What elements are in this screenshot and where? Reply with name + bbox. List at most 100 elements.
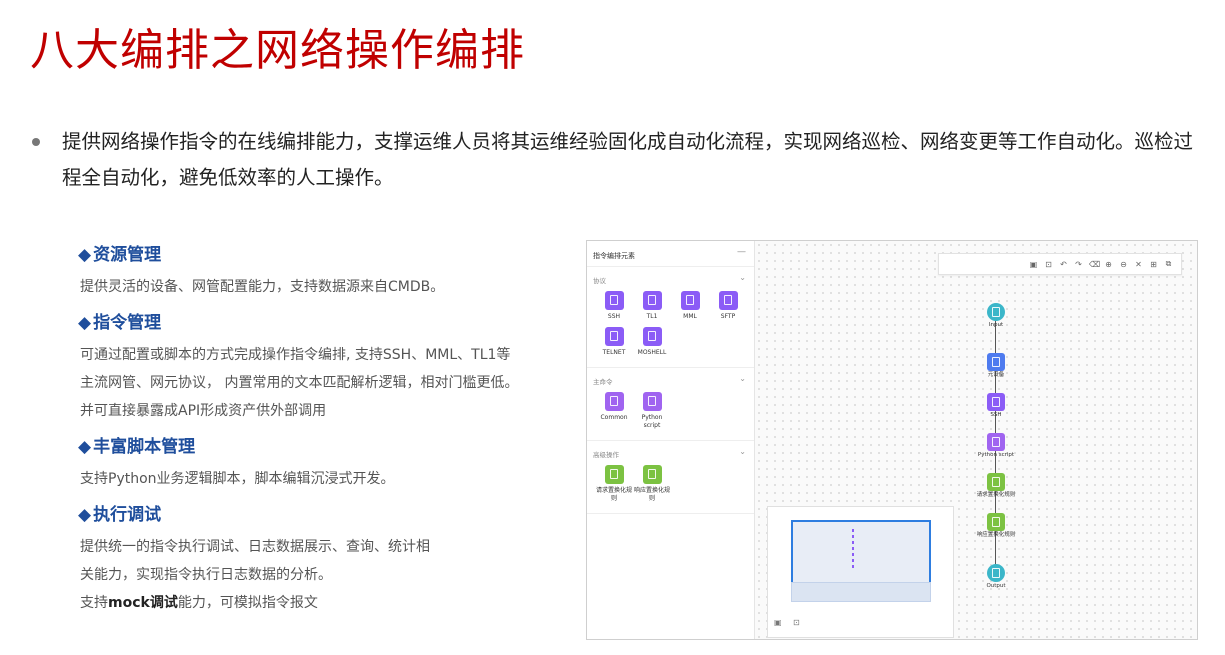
feature-suffix: 能力，可模拟指令报文 <box>177 595 318 611</box>
element-icon <box>604 392 624 411</box>
minimap-export-icon[interactable]: ▣ <box>774 618 782 627</box>
delete-icon[interactable]: ⌫ <box>1089 260 1100 269</box>
diamond-icon: ◆ <box>78 313 92 333</box>
palette-item[interactable]: MML <box>671 291 709 321</box>
feature-line: 提供灵活的设备、网管配置能力，支持数据源来自CMDB。 <box>80 279 445 295</box>
chevron-down-icon[interactable]: ⌄ <box>739 374 746 383</box>
minimap-region <box>791 582 931 602</box>
save-icon[interactable]: ▣ <box>1029 260 1038 269</box>
palette-section: 协议 ⌄ SSH TL1 MML SFTP TELNET MOSHELL <box>587 267 754 368</box>
palette-item-label: SSH <box>607 313 621 320</box>
flow-node-label: Input <box>988 322 1004 328</box>
feature-command: ◆ 指令管理 可通过配置或脚本的方式完成操作指令编排, 支持SSH、MML、TL1… <box>78 310 578 425</box>
undo-icon[interactable]: ↶ <box>1059 260 1068 269</box>
feature-heading: 资源管理 <box>93 245 162 265</box>
palette-item[interactable]: SSH <box>595 291 633 321</box>
palette-header: 指令编排元素 — <box>587 241 754 267</box>
feature-line: 支持mock调试能力，可模拟指令报文 <box>80 589 578 617</box>
flow-node-icon <box>987 433 1005 451</box>
diamond-icon: ◆ <box>78 505 92 525</box>
palette-section: 高级操作 ⌄ 请求置换化规则 响应置换化规则 <box>587 441 754 514</box>
palette-item-label: 响应置换化规则 <box>633 487 670 502</box>
section-title-text: 主命令 <box>593 378 613 386</box>
palette-item-label: MML <box>683 313 697 320</box>
zoom-out-icon[interactable]: ⊖ <box>1119 260 1128 269</box>
palette-item-label: TL1 <box>646 313 658 320</box>
diamond-icon: ◆ <box>78 245 92 265</box>
fit-icon[interactable]: ⊞ <box>1149 260 1158 269</box>
palette-item[interactable]: Python script <box>633 392 671 430</box>
element-icon <box>604 291 624 310</box>
flow-node-label: Output <box>986 583 1006 589</box>
minimap[interactable]: ▣ ⊡ <box>767 506 954 638</box>
palette-title: 指令编排元素 <box>593 252 635 260</box>
diamond-icon: ◆ <box>78 437 92 457</box>
flow-node[interactable]: 请求置换化规则 <box>969 473 1023 499</box>
feature-list: ◆ 资源管理 提供灵活的设备、网管配置能力，支持数据源来自CMDB。 ◆ 指令管理 … <box>78 242 578 626</box>
palette-grid: SSH TL1 MML SFTP TELNET MOSHELL <box>587 289 754 367</box>
canvas-toolbar: ▣ ⊡ ↶ ↷ ⌫ ⊕ ⊖ ✕ ⊞ ⧉ <box>938 253 1182 275</box>
palette-item[interactable]: MOSHELL <box>633 327 671 357</box>
palette-item[interactable]: Common <box>595 392 633 430</box>
element-icon <box>604 327 624 346</box>
palette-section-title[interactable]: 主命令 ⌄ <box>587 368 754 390</box>
palette-grid: Common Python script <box>587 390 754 440</box>
flow-node[interactable]: Output <box>969 564 1023 590</box>
chevron-down-icon[interactable]: ⌄ <box>739 273 746 282</box>
feature-line: 关能力，实现指令执行日志数据的分析。 <box>80 567 332 583</box>
export-icon[interactable]: ⊡ <box>1044 260 1053 269</box>
feature-prefix: 支持 <box>80 595 108 611</box>
element-icon <box>642 392 662 411</box>
element-icon <box>718 291 738 310</box>
element-icon <box>642 327 662 346</box>
element-palette: 指令编排元素 — 协议 ⌄ SSH TL1 MML SFTP TELNET MOSHELL 主命… <box>587 241 755 639</box>
minimap-fit-icon[interactable]: ⊡ <box>793 618 800 627</box>
flow-node[interactable]: 元设备 <box>969 353 1023 379</box>
feature-resource: ◆ 资源管理 提供灵活的设备、网管配置能力，支持数据源来自CMDB。 <box>78 242 578 301</box>
palette-section-title[interactable]: 高级操作 ⌄ <box>587 441 754 463</box>
flow-node-label: 元设备 <box>987 372 1005 378</box>
flow-node-icon <box>987 513 1005 531</box>
flow-canvas[interactable]: ▣ ⊡ ↶ ↷ ⌫ ⊕ ⊖ ✕ ⊞ ⧉ Input 元设备 SSH Python script 请求置换化… <box>755 241 1197 639</box>
flow-node-icon <box>987 353 1005 371</box>
flow-node[interactable]: 响应置换化规则 <box>969 513 1023 539</box>
chevron-down-icon[interactable]: ⌄ <box>739 447 746 456</box>
minimize-icon[interactable]: — <box>737 247 746 257</box>
flow-node[interactable]: Input <box>969 303 1023 329</box>
flow-node-label: SSH <box>990 412 1002 418</box>
feature-script: ◆ 丰富脚本管理 支持Python业务逻辑脚本，脚本编辑沉浸式开发。 <box>78 434 578 493</box>
palette-item[interactable]: TELNET <box>595 327 633 357</box>
palette-item[interactable]: TL1 <box>633 291 671 321</box>
flow-node-label: 响应置换化规则 <box>976 532 1016 538</box>
feature-line: 主流网管、网元协议， 内置常用的文本匹配解析逻辑，相对门槛更低。 <box>80 375 519 391</box>
zoom-in-icon[interactable]: ⊕ <box>1104 260 1113 269</box>
element-icon <box>642 465 662 484</box>
feature-heading: 执行调试 <box>93 505 162 525</box>
feature-line: 支持Python业务逻辑脚本，脚本编辑沉浸式开发。 <box>80 471 395 487</box>
flow-node-icon <box>987 393 1005 411</box>
redo-icon[interactable]: ↷ <box>1074 260 1083 269</box>
feature-line: 提供统一的指令执行调试、日志数据展示、查询、统计相 <box>80 539 430 555</box>
palette-section: 主命令 ⌄ Common Python script <box>587 368 754 441</box>
palette-item[interactable]: 响应置换化规则 <box>633 465 671 503</box>
flow-node[interactable]: Python script <box>969 433 1023 459</box>
palette-item[interactable]: 请求置换化规则 <box>595 465 633 503</box>
palette-item-label: MOSHELL <box>637 349 667 356</box>
palette-section-title[interactable]: 协议 ⌄ <box>587 267 754 289</box>
close-icon[interactable]: ✕ <box>1134 260 1143 269</box>
palette-item-label: Python script <box>641 414 663 429</box>
palette-item[interactable]: SFTP <box>709 291 747 321</box>
palette-sections: 协议 ⌄ SSH TL1 MML SFTP TELNET MOSHELL 主命令 ⌄ Common P… <box>587 267 754 514</box>
flow-node-icon <box>987 564 1005 582</box>
feature-heading: 指令管理 <box>93 313 162 333</box>
flow-node[interactable]: SSH <box>969 393 1023 419</box>
flow-node-icon <box>987 473 1005 491</box>
minimap-viewport[interactable] <box>791 520 931 584</box>
bullet-dot-icon <box>32 138 40 146</box>
section-title-text: 协议 <box>593 277 606 285</box>
element-icon <box>642 291 662 310</box>
flow-node-label: 请求置换化规则 <box>976 492 1016 498</box>
copy-icon[interactable]: ⧉ <box>1164 259 1173 269</box>
flow-node-icon <box>987 303 1005 321</box>
page-title: 八大编排之网络操作编排 <box>30 25 525 76</box>
